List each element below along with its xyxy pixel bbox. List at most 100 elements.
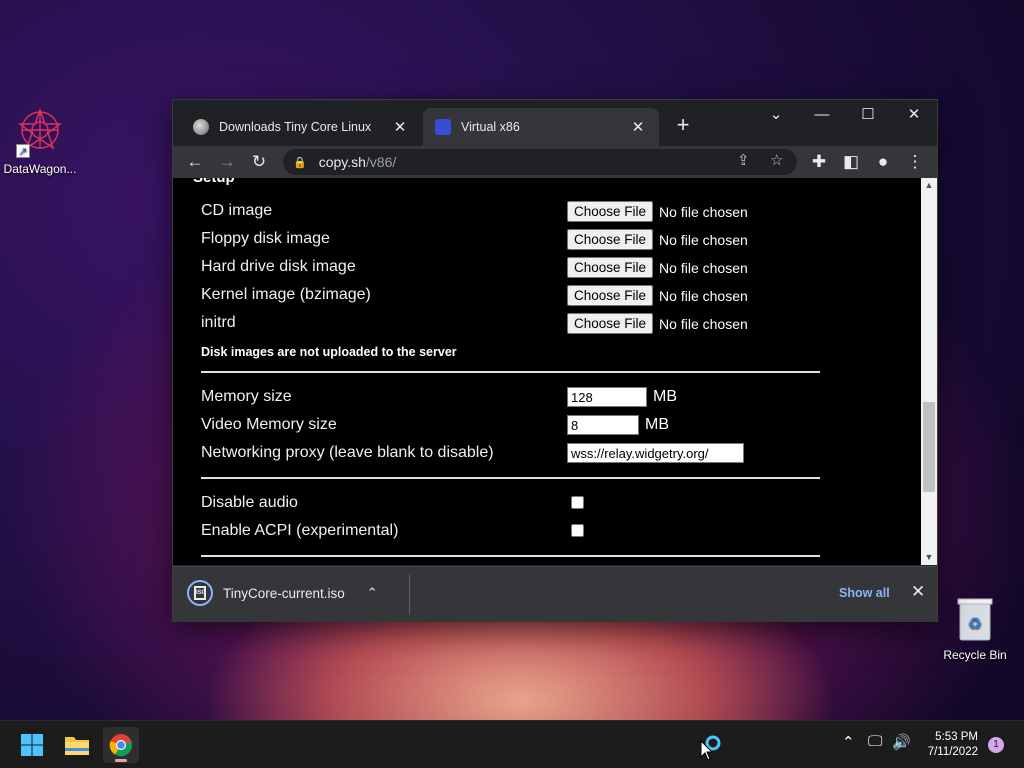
file-status: No file chosen — [659, 287, 748, 304]
system-clock[interactable]: 5:53 PM 7/11/2022 — [918, 730, 978, 760]
tab-downloads-tiny-core[interactable]: Downloads Tiny Core Linux ✕ — [181, 108, 421, 146]
file-status: No file chosen — [659, 203, 748, 220]
desktop-icon-recycle-bin[interactable]: ♻ Recycle Bin — [935, 596, 1015, 662]
browser-window: Downloads Tiny Core Linux ✕ Virtual x86 … — [172, 99, 938, 622]
share-icon[interactable]: ⇪ — [737, 151, 750, 169]
download-item[interactable]: ISO TinyCore-current.iso ⌃ — [187, 580, 378, 606]
close-icon[interactable]: ✕ — [911, 582, 925, 602]
iso-file-icon-label: ISO — [194, 586, 206, 600]
side-panel-icon[interactable]: ◧ — [839, 150, 863, 174]
reload-button[interactable]: ↻ — [247, 150, 271, 174]
tab-title: Downloads Tiny Core Linux — [219, 120, 372, 134]
windows-logo-icon — [21, 734, 43, 756]
file-row-label: initrd — [201, 314, 236, 331]
memory-size-label: Memory size — [201, 388, 292, 405]
v86-favicon-icon — [435, 119, 451, 135]
choose-file-button[interactable]: Choose File — [567, 201, 654, 222]
file-explorer-button[interactable] — [59, 727, 95, 763]
bookmark-star-icon[interactable]: ☆ — [770, 151, 783, 169]
page-content: Setup CD image Choose File No file chose… — [173, 178, 937, 565]
file-row-label: Hard drive disk image — [201, 258, 356, 275]
tab-title: Virtual x86 — [461, 120, 520, 134]
network-icon[interactable]: 🖵 — [868, 733, 882, 750]
tab-search-icon[interactable]: ⌄ — [753, 102, 799, 130]
memory-unit: MB — [653, 388, 677, 405]
initrd-file-input: Choose File No file chosen — [567, 313, 748, 334]
kernel-file-input: Choose File No file chosen — [567, 285, 748, 306]
choose-file-button[interactable]: Choose File — [567, 285, 654, 306]
notification-badge[interactable]: 1 — [988, 737, 1004, 753]
video-memory-control: MB — [567, 415, 669, 435]
minimize-button[interactable]: — — [799, 102, 845, 130]
disable-audio-label: Disable audio — [201, 494, 298, 511]
datawagon-icon: ↗ — [14, 106, 66, 158]
enable-acpi-label: Enable ACPI (experimental) — [201, 522, 399, 539]
upload-note: Disk images are not uploaded to the serv… — [201, 345, 457, 359]
lock-icon: 🔒 — [293, 156, 307, 169]
memory-size-input[interactable] — [567, 387, 647, 407]
video-memory-label: Video Memory size — [201, 416, 337, 433]
url-path: /v86/ — [365, 154, 397, 170]
svg-text:♻: ♻ — [968, 616, 982, 633]
choose-file-button[interactable]: Choose File — [567, 257, 654, 278]
tab-close-icon[interactable]: ✕ — [391, 118, 409, 136]
active-app-indicator — [115, 759, 127, 762]
iso-file-icon: ISO — [187, 580, 213, 606]
floppy-file-input: Choose File No file chosen — [567, 229, 748, 250]
browser-toolbar: ← → ↻ 🔒 copy.sh/v86/ ⇪ ☆ ✚ ◧ ● ⋮ — [173, 146, 937, 178]
enable-acpi-control — [571, 524, 584, 537]
file-status: No file chosen — [659, 315, 748, 332]
divider — [201, 555, 820, 557]
maximize-button[interactable]: ☐ — [845, 102, 891, 130]
chrome-icon — [109, 734, 133, 757]
choose-file-button[interactable]: Choose File — [567, 229, 654, 250]
cd-image-file-input: Choose File No file chosen — [567, 201, 748, 222]
chevron-up-icon[interactable]: ⌃ — [367, 585, 378, 601]
close-window-button[interactable]: ✕ — [891, 102, 937, 130]
forward-button[interactable]: → — [215, 150, 239, 174]
taskbar: ⌃ 🖵 🔊 5:53 PM 7/11/2022 1 — [0, 720, 1024, 768]
new-tab-button[interactable]: + — [671, 114, 695, 136]
volume-icon[interactable]: 🔊 — [892, 733, 911, 751]
memory-size-control: MB — [567, 387, 677, 407]
start-button[interactable] — [14, 727, 50, 763]
back-button[interactable]: ← — [183, 150, 207, 174]
desktop-icon-datawagon[interactable]: ↗ DataWagon... — [0, 106, 80, 176]
disable-audio-checkbox[interactable] — [571, 496, 584, 509]
scroll-down-icon[interactable]: ▼ — [921, 550, 937, 565]
show-all-button[interactable]: Show all — [839, 586, 890, 600]
clock-time: 5:53 PM — [935, 731, 978, 743]
extensions-icon[interactable]: ✚ — [807, 150, 831, 174]
tab-virtual-x86[interactable]: Virtual x86 ✕ — [423, 108, 659, 146]
menu-icon[interactable]: ⋮ — [903, 150, 927, 174]
choose-file-button[interactable]: Choose File — [567, 313, 654, 334]
video-memory-unit: MB — [645, 416, 669, 433]
networking-proxy-control — [567, 443, 744, 463]
download-bar: ISO TinyCore-current.iso ⌃ Show all ✕ — [173, 566, 937, 622]
tab-strip: Downloads Tiny Core Linux ✕ Virtual x86 … — [173, 100, 937, 146]
divider — [201, 477, 820, 479]
networking-proxy-input[interactable] — [567, 443, 744, 463]
disable-audio-control — [571, 496, 584, 509]
show-hidden-icons-icon[interactable]: ⌃ — [842, 733, 855, 751]
divider — [201, 371, 820, 373]
profile-icon[interactable]: ● — [871, 150, 895, 174]
scrollbar-thumb[interactable] — [923, 402, 935, 492]
divider — [409, 575, 410, 615]
file-row-label: CD image — [201, 202, 273, 219]
desktop-icon-label: Recycle Bin — [943, 648, 1007, 662]
page-scrollbar[interactable]: ▲ ▼ — [921, 178, 937, 565]
recycle-bin-icon: ♻ — [953, 596, 997, 644]
folder-icon — [65, 737, 89, 755]
networking-proxy-label: Networking proxy (leave blank to disable… — [201, 444, 494, 461]
scroll-up-icon[interactable]: ▲ — [921, 178, 937, 193]
desktop-icon-label: DataWagon... — [3, 162, 77, 176]
chrome-taskbar-button[interactable] — [103, 727, 139, 763]
address-bar[interactable]: 🔒 copy.sh/v86/ ⇪ ☆ — [283, 149, 797, 175]
tab-close-icon[interactable]: ✕ — [629, 118, 647, 136]
download-file-name: TinyCore-current.iso — [223, 585, 345, 601]
file-status: No file chosen — [659, 231, 748, 248]
enable-acpi-checkbox[interactable] — [571, 524, 584, 537]
hard-drive-file-input: Choose File No file chosen — [567, 257, 748, 278]
video-memory-input[interactable] — [567, 415, 639, 435]
